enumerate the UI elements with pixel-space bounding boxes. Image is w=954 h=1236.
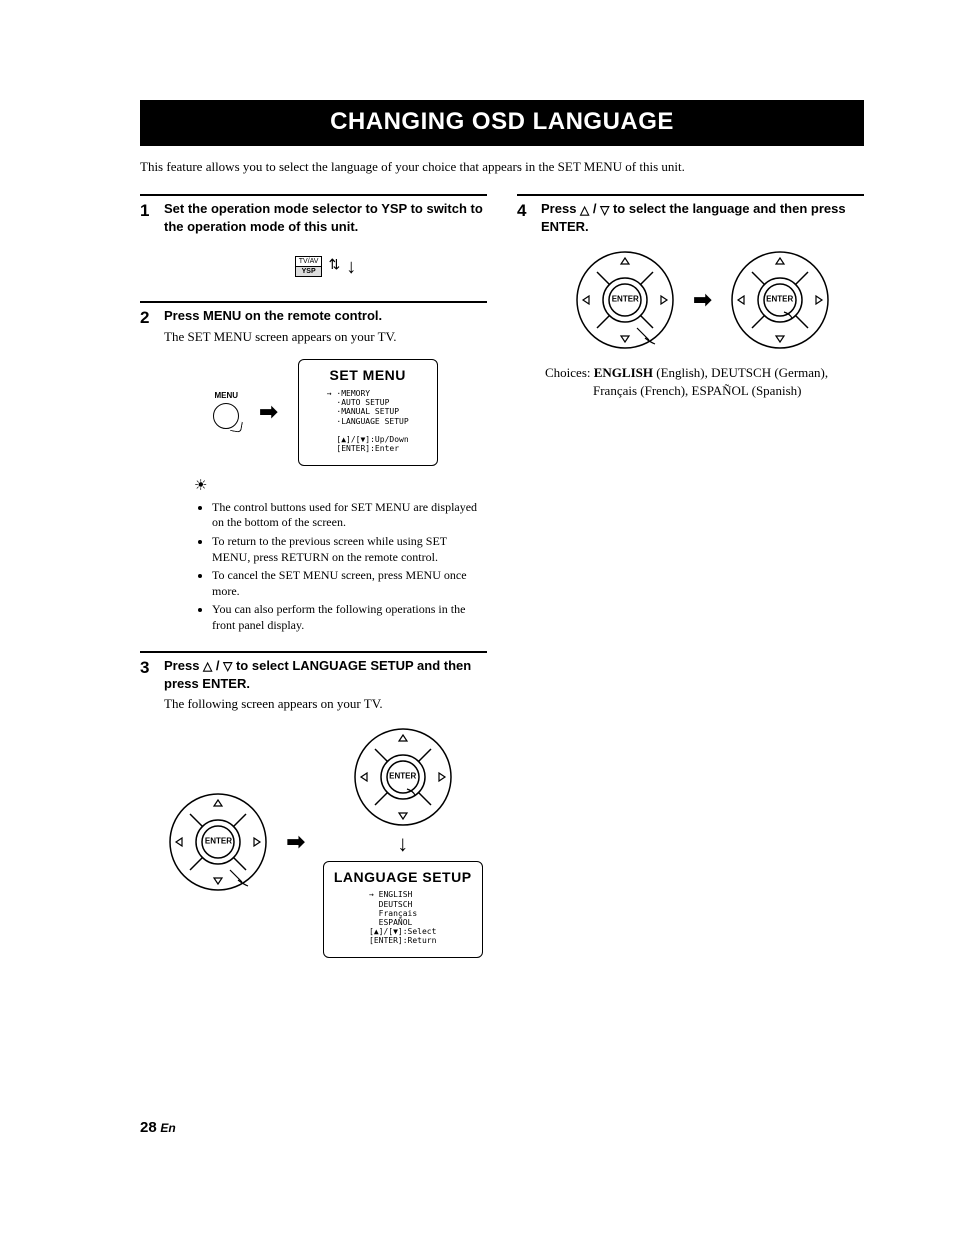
mode-selector-figure: TV/AV YSP ⇅ ↓ <box>164 250 487 277</box>
down-arrow-icon: ↓ <box>397 833 408 855</box>
tip-item: The control buttons used for SET MENU ar… <box>212 500 479 531</box>
step-heading: Press △ / ▽ to select LANGUAGE SETUP and… <box>164 657 487 693</box>
arrow-right-icon: ➡ <box>259 397 277 427</box>
tips-list: The control buttons used for SET MENU ar… <box>212 500 487 634</box>
right-column: 4 Press △ / ▽ to select the language and… <box>517 194 864 978</box>
step-number: 1 <box>140 200 164 287</box>
navpad-icon: ENTER <box>575 250 675 350</box>
page-number: 28 En <box>140 1118 864 1138</box>
screen-title: LANGUAGE SETUP <box>334 868 472 887</box>
step-heading: Press △ / ▽ to select the language and t… <box>541 200 864 236</box>
screen-body: → ·MEMORY ·AUTO SETUP ·MANUAL SETUP ·LAN… <box>327 389 409 453</box>
step-4: 4 Press △ / ▽ to select the language and… <box>517 194 864 399</box>
content-columns: 1 Set the operation mode selector to YSP… <box>140 194 864 978</box>
language-choices: Choices: ENGLISH (English), DEUTSCH (Ger… <box>541 364 864 399</box>
set-menu-screen: SET MENU → ·MEMORY ·AUTO SETUP ·MANUAL S… <box>298 359 438 466</box>
tip-item: You can also perform the following opera… <box>212 602 479 633</box>
navpad-icon: ENTER <box>730 250 830 350</box>
screen-body: → ENGLISH DEUTSCH Français ESPAÑOL [▲]/[… <box>369 890 436 945</box>
up-triangle-icon: △ <box>580 204 589 216</box>
enter-label: ENTER <box>766 295 793 306</box>
step-number: 4 <box>517 200 541 399</box>
navpad-icon: ENTER <box>353 727 453 827</box>
navpad-icon: ENTER <box>168 792 268 892</box>
navpad-row: ENTER ➡ <box>541 250 864 350</box>
page-title: CHANGING OSD LANGUAGE <box>140 100 864 146</box>
step-subtext: The SET MENU screen appears on your TV. <box>164 328 487 346</box>
down-arrow-icon: ↓ <box>346 257 356 277</box>
step-number: 3 <box>140 657 164 964</box>
enter-label: ENTER <box>205 837 232 848</box>
menu-press-figure: MENU ➡ SET MENU → ·MEMORY ·AUTO SETUP ·M… <box>164 359 487 466</box>
tip-icon: ☀ <box>194 476 487 496</box>
button-press-icon <box>213 403 239 429</box>
down-triangle-icon: ▽ <box>600 204 609 216</box>
language-setup-screen: LANGUAGE SETUP → ENGLISH DEUTSCH Françai… <box>323 861 483 958</box>
intro-text: This feature allows you to select the la… <box>140 158 864 176</box>
step-2: 2 Press MENU on the remote control. The … <box>140 301 487 636</box>
menu-button-label: MENU <box>213 391 239 402</box>
step-heading: Set the operation mode selector to YSP t… <box>164 200 487 236</box>
mode-switch-icon: TV/AV YSP <box>295 256 323 277</box>
step-1: 1 Set the operation mode selector to YSP… <box>140 194 487 287</box>
step-3: 3 Press △ / ▽ to select LANGUAGE SETUP a… <box>140 651 487 964</box>
step-heading: Press MENU on the remote control. <box>164 307 487 325</box>
step-subtext: The following screen appears on your TV. <box>164 695 487 713</box>
navpad-row: ENTER ➡ <box>164 727 487 958</box>
left-column: 1 Set the operation mode selector to YSP… <box>140 194 487 978</box>
down-triangle-icon: ▽ <box>223 660 232 672</box>
arrow-right-icon: ➡ <box>286 827 304 857</box>
screen-title: SET MENU <box>309 366 427 385</box>
tip-item: To return to the previous screen while u… <box>212 534 479 565</box>
tip-item: To cancel the SET MENU screen, press MEN… <box>212 568 479 599</box>
enter-label: ENTER <box>612 295 639 306</box>
enter-label: ENTER <box>389 771 416 782</box>
step-number: 2 <box>140 307 164 636</box>
up-triangle-icon: △ <box>203 660 212 672</box>
arrow-right-icon: ➡ <box>693 285 711 315</box>
